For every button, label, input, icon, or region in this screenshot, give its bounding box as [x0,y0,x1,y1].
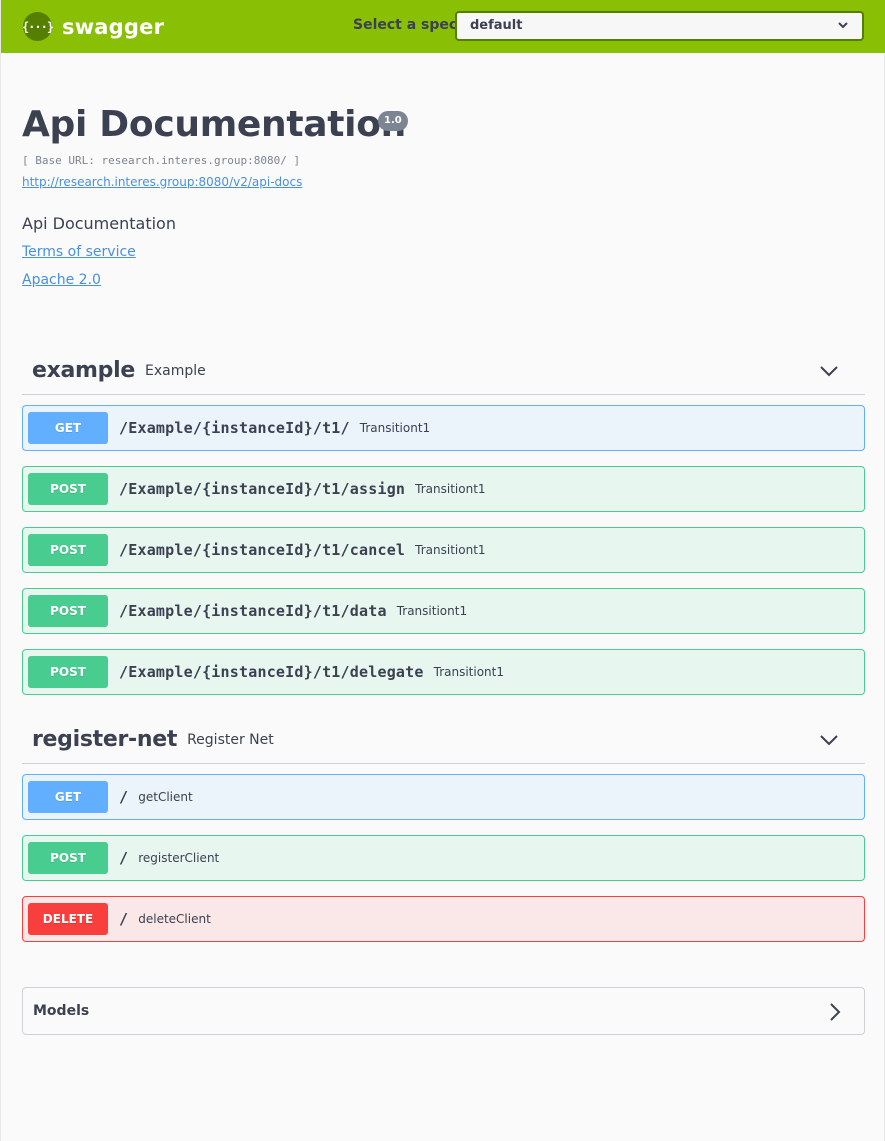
operation-path: /Example/{instanceId}/t1/ [119,419,350,437]
operation-summary: registerClient [138,851,220,865]
license-link[interactable]: Apache 2.0 [22,272,101,288]
tag-example[interactable]: example Example [22,347,865,395]
operation-delete-client[interactable]: DELETE / deleteClient [22,896,865,942]
version-badge: 1.0 [378,111,408,131]
operation-post-cancel[interactable]: POST /Example/{instanceId}/t1/cancel Tra… [22,527,865,573]
operation-path: / [119,849,129,867]
tag-name: example [32,358,135,383]
api-docs-link[interactable]: http://research.interes.group:8080/v2/ap… [22,175,302,189]
chevron-down-icon[interactable] [819,732,839,748]
operation-post-assign[interactable]: POST /Example/{instanceId}/t1/assign Tra… [22,466,865,512]
operation-path: /Example/{instanceId}/t1/cancel [119,541,406,559]
operation-register-client[interactable]: POST / registerClient [22,835,865,881]
method-badge: POST [28,595,108,627]
terms-of-service-link[interactable]: Terms of service [22,244,136,260]
operation-path: / [119,910,129,928]
tag-description: Example [145,362,206,379]
operation-get-t1[interactable]: GET /Example/{instanceId}/t1/ Transition… [22,405,865,451]
method-badge: POST [28,473,108,505]
operation-path: / [119,788,129,806]
swagger-logo[interactable]: {···} swagger [22,12,165,41]
operation-summary: deleteClient [138,912,211,926]
operation-path: /Example/{instanceId}/t1/assign [119,480,406,498]
method-badge: POST [28,842,108,874]
tag-name: register-net [32,727,178,752]
method-badge: GET [28,412,108,444]
page-title: Api Documentation [22,104,406,145]
method-badge: POST [28,656,108,688]
spec-label: Select a spec [353,17,458,33]
method-badge: POST [28,534,108,566]
operation-get-client[interactable]: GET / getClient [22,774,865,820]
chevron-down-icon[interactable] [819,363,839,379]
operation-post-data[interactable]: POST /Example/{instanceId}/t1/data Trans… [22,588,865,634]
models-section[interactable]: Models [22,987,865,1035]
base-url: [ Base URL: research.interes.group:8080/… [22,154,301,167]
tag-description: Register Net [187,731,274,748]
api-description: Api Documentation [22,214,176,233]
operation-summary: Transitiont1 [433,665,504,679]
method-badge: DELETE [28,903,108,935]
swagger-logo-icon: {···} [22,12,54,41]
topbar: {···} swagger Select a spec default [1,0,885,53]
tag-register-net[interactable]: register-net Register Net [22,716,865,764]
method-badge: GET [28,781,108,813]
operation-summary: getClient [138,790,193,804]
spec-select[interactable]: default [455,11,864,41]
operation-path: /Example/{instanceId}/t1/data [119,602,387,620]
chevron-right-icon[interactable] [828,1002,842,1022]
logo-text: swagger [62,14,165,39]
models-title: Models [33,1003,90,1019]
operation-summary: Transitiont1 [396,604,468,618]
chevron-down-icon [838,22,848,29]
spec-selected-value: default [470,18,523,33]
operation-summary: Transitiont1 [359,421,431,435]
operation-post-delegate[interactable]: POST /Example/{instanceId}/t1/delegate T… [22,649,865,695]
operation-summary: Transitiont1 [415,543,486,557]
operation-path: /Example/{instanceId}/t1/delegate [119,663,424,681]
operation-summary: Transitiont1 [415,482,486,496]
